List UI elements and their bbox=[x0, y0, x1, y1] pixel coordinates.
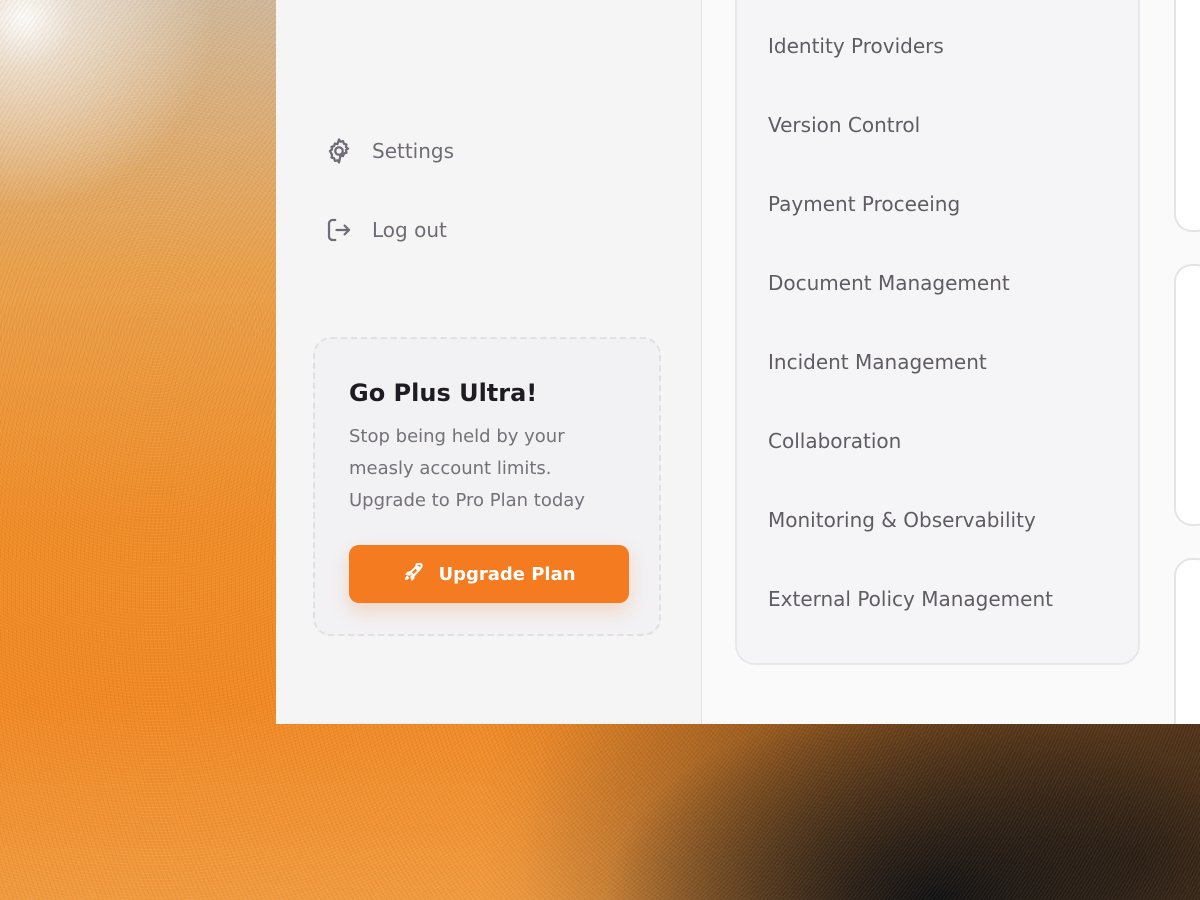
right-panels bbox=[1174, 0, 1200, 724]
nav-item-settings[interactable]: Settings bbox=[324, 136, 454, 166]
menu-item-identity-providers[interactable]: Identity Providers bbox=[768, 34, 944, 58]
nav-item-logout[interactable]: Log out bbox=[324, 215, 447, 245]
sidebar: Settings Log out Go Plus Ultra! Stop bei… bbox=[276, 0, 702, 724]
main-panel: Identity Providers Version Control Payme… bbox=[702, 0, 1174, 724]
nav-label-settings: Settings bbox=[372, 139, 455, 163]
menu-item-incident-management[interactable]: Incident Management bbox=[768, 350, 987, 374]
menu-item-document-management[interactable]: Document Management bbox=[768, 271, 1010, 295]
nav-label-logout: Log out bbox=[372, 218, 447, 242]
upgrade-plan-button[interactable]: Upgrade Plan bbox=[349, 545, 629, 603]
right-card-bottom bbox=[1174, 558, 1200, 724]
upgrade-card: Go Plus Ultra! Stop being held by your m… bbox=[313, 337, 661, 636]
menu-item-payment-processing[interactable]: Payment Proceeing bbox=[768, 192, 960, 216]
gear-icon bbox=[324, 136, 354, 166]
upgrade-description: Stop being held by your measly account l… bbox=[349, 426, 585, 511]
integration-menu: Identity Providers Version Control Payme… bbox=[735, 0, 1140, 665]
menu-item-version-control[interactable]: Version Control bbox=[768, 113, 920, 137]
menu-item-monitoring-observability[interactable]: Monitoring & Observability bbox=[768, 508, 1036, 532]
logout-icon bbox=[324, 215, 354, 245]
upgrade-button-label: Upgrade Plan bbox=[438, 563, 576, 585]
right-card-middle bbox=[1174, 264, 1200, 526]
upgrade-title: Go Plus Ultra! bbox=[349, 379, 538, 407]
menu-item-collaboration[interactable]: Collaboration bbox=[768, 429, 901, 453]
menu-item-external-policy-management[interactable]: External Policy Management bbox=[768, 587, 1053, 611]
rocket-icon bbox=[402, 560, 426, 589]
right-card-top bbox=[1174, 0, 1200, 232]
app-window: Settings Log out Go Plus Ultra! Stop bei… bbox=[276, 0, 1200, 724]
